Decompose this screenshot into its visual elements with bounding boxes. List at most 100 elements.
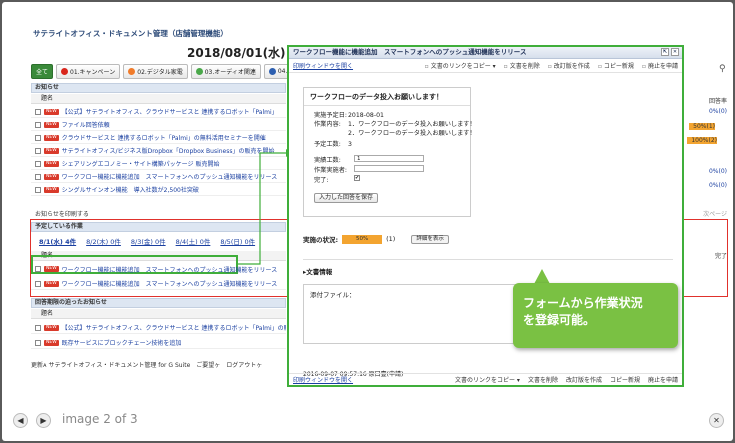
- news-row[interactable]: NEW ファイル回答依頼: [31, 119, 286, 131]
- worker-input[interactable]: [354, 165, 424, 172]
- done-label: 完了:: [314, 177, 329, 184]
- category-digital[interactable]: 02.デジタル家電: [123, 64, 188, 79]
- new-badge: NEW: [44, 147, 59, 154]
- task-row[interactable]: NEW ワークフロー機能に機能追加 スマートフォンへのプッシュ通知機能をリリース: [31, 278, 286, 290]
- form-heading: ワークフローのデータ投入お願いします！: [304, 88, 470, 106]
- prev-image-button[interactable]: ◀: [13, 413, 28, 428]
- print-news-link[interactable]: お知らせを印刷する: [35, 209, 89, 218]
- planned-date-row: 実施予定日:2018-08-01: [314, 110, 384, 119]
- row-checkbox[interactable]: [35, 160, 41, 167]
- create-revision-button[interactable]: 改訂版を作成: [566, 375, 602, 384]
- delete-document-button[interactable]: 文書を削除: [528, 375, 558, 384]
- task-link[interactable]: ワークフロー機能に機能追加 スマートフォンへのプッシュ通知機能をリリース: [62, 279, 278, 288]
- response-rate[interactable]: 50%(1): [689, 123, 715, 130]
- show-detail-button[interactable]: 詳細を表示: [411, 234, 449, 244]
- overdue-row[interactable]: NEW 既存サービスにブロックチェーン技術を追加: [31, 337, 286, 349]
- done-column-header: 完了: [714, 253, 727, 260]
- row-checkbox[interactable]: [35, 134, 41, 141]
- task-row: 作業内容: 1．ワークフローのデータ投入お願いします！: [314, 119, 476, 128]
- new-badge: NEW: [44, 160, 59, 167]
- overdue-link[interactable]: 既存サービスにブロックチェーン技術を追加: [62, 338, 182, 347]
- popout-icon[interactable]: ⇱: [661, 48, 669, 56]
- overdue-link[interactable]: 【公式】サテライトオフィス、クラウドサービスと 連携するロボット「Palmi」の…: [62, 323, 286, 332]
- row-checkbox[interactable]: [35, 108, 41, 115]
- callout-pointer: [534, 269, 550, 284]
- overdue-row[interactable]: NEW 【公式】サテライトオフィス、クラウドサービスと 連携するロボット「Palm…: [31, 322, 286, 334]
- news-link[interactable]: 【公式】サテライトオフィス、クラウドサービスと 連携するロボット「Palmi」: [62, 107, 278, 116]
- row-checkbox[interactable]: [35, 186, 41, 193]
- news-column-title: 題名: [31, 94, 286, 104]
- close-icon[interactable]: ✕: [671, 48, 679, 56]
- schedule-date-tabs: 8/1(水) 4件 8/2(木) 0件 8/3(金) 0件 8/4(土) 0件 …: [39, 236, 255, 246]
- copy-link-button[interactable]: 文書のリンクをコピー ▾: [455, 375, 520, 384]
- callout-line: を登録可能。: [523, 313, 596, 327]
- close-lightbox-button[interactable]: ✕: [709, 413, 724, 428]
- request-abolish-button[interactable]: 廃止を申請: [648, 375, 678, 384]
- news-link[interactable]: クラウドサービスと 連携するロボット「Palmi」の無料活用セミナーを開催: [62, 133, 266, 142]
- date-tab[interactable]: 8/2(木) 0件: [86, 236, 121, 246]
- category-label: 02.デジタル家電: [137, 69, 183, 76]
- app-title: サテライトオフィス・ドキュメント管理（店舗管理機能）: [33, 29, 228, 38]
- planned-date-value: 2018-08-01: [348, 112, 384, 119]
- category-dot-icon: [268, 68, 276, 75]
- actual-effort-input[interactable]: 1: [354, 155, 424, 162]
- response-rate[interactable]: 100%(2): [687, 137, 717, 144]
- response-rate[interactable]: 0%(0): [679, 182, 727, 189]
- request-abolish-button[interactable]: 廃止を申請: [642, 61, 678, 70]
- copy-new-button[interactable]: コピー新規: [610, 375, 640, 384]
- done-checkbox[interactable]: ✔: [354, 175, 360, 181]
- row-checkbox[interactable]: [35, 324, 41, 331]
- effort-row: 予定工数: 3: [314, 139, 352, 148]
- save-answer-button[interactable]: 入力した回答を保存: [314, 193, 379, 203]
- image-counter: image 2 of 3: [62, 412, 138, 426]
- modal-actions: 文書のリンクをコピー ▾ 文書を削除 改訂版を作成 コピー新規 廃止を申請: [425, 61, 678, 70]
- create-revision-button[interactable]: 改訂版を作成: [548, 61, 590, 70]
- date-tab[interactable]: 8/3(金) 0件: [131, 236, 166, 246]
- category-audio[interactable]: 03.オーディオ関連: [190, 64, 261, 79]
- row-checkbox[interactable]: [35, 173, 41, 180]
- modal-window-controls: ⇱ ✕: [661, 48, 679, 56]
- news-row[interactable]: NEW クラウドサービスと 連携するロボット「Palmi」の無料活用セミナーを開催: [31, 132, 286, 144]
- category-campaign[interactable]: 01.キャンペーン: [56, 64, 121, 79]
- date-tab[interactable]: 8/1(水) 4件: [39, 236, 76, 246]
- news-link[interactable]: シェアリングエコノミー・サイト構築パッケージ 販売開始: [62, 159, 220, 168]
- response-rate[interactable]: 0%(0): [679, 168, 727, 175]
- next-image-button[interactable]: ▶: [36, 413, 51, 428]
- category-all[interactable]: 全て: [31, 64, 54, 79]
- modal-toolbar: 印刷ウィンドウを開く 文書のリンクをコピー ▾ 文書を削除 改訂版を作成 コピー…: [289, 59, 682, 73]
- new-badge: NEW: [44, 280, 59, 287]
- copy-new-button[interactable]: コピー新規: [598, 61, 634, 70]
- feature-callout: フォームから作業状況 を登録可能。: [513, 283, 678, 348]
- lightbox: サテライトオフィス・ドキュメント管理（店舗管理機能） 2018/08/01(水)…: [2, 2, 733, 441]
- overdue-column-title: 題名: [31, 309, 286, 319]
- search-icon[interactable]: ⚲: [719, 64, 726, 74]
- date-tab[interactable]: 8/4(土) 0件: [176, 236, 211, 246]
- category-dot-icon: [195, 68, 203, 75]
- document-info-toggle[interactable]: ▸文書情報: [303, 266, 332, 276]
- row-checkbox[interactable]: [35, 147, 41, 154]
- delete-document-button[interactable]: 文書を削除: [504, 61, 540, 70]
- category-label: 01.キャンペーン: [70, 69, 116, 76]
- category-label: 04.: [277, 68, 288, 75]
- row-checkbox[interactable]: [35, 266, 41, 272]
- open-print-window-link[interactable]: 印刷ウィンドウを開く: [293, 61, 353, 70]
- category-dot-icon: [61, 68, 69, 75]
- response-rate[interactable]: 0%(0): [679, 108, 727, 115]
- news-link[interactable]: シングルサインオン機能 導入社数が2,500社突破: [62, 185, 199, 194]
- row-checkbox[interactable]: [35, 339, 41, 346]
- news-row[interactable]: NEW 【公式】サテライトオフィス、クラウドサービスと 連携するロボット「Palm…: [31, 106, 286, 118]
- next-page-link[interactable]: 次ページ: [679, 209, 727, 218]
- category-label: 03.オーディオ関連: [204, 69, 256, 76]
- modal-footer-toolbar: 印刷ウィンドウを開く 文書のリンクをコピー ▾ 文書を削除 改訂版を作成 コピー…: [289, 373, 682, 385]
- category-dot-icon: [128, 68, 136, 75]
- open-print-window-link[interactable]: 印刷ウィンドウを開く: [293, 375, 353, 384]
- task-line: 2．ワークフローのデータ投入お願いします！: [348, 130, 476, 137]
- copy-link-button[interactable]: 文書のリンクをコピー ▾: [425, 61, 496, 70]
- date-heading: 2018/08/01(水): [187, 46, 286, 60]
- status-progress-bar: 50%: [342, 234, 383, 244]
- row-checkbox[interactable]: [35, 121, 41, 128]
- new-badge: NEW: [44, 339, 59, 346]
- news-link[interactable]: ファイル回答依頼: [62, 120, 110, 129]
- worker-label: 作業実施者:: [314, 167, 348, 174]
- row-checkbox[interactable]: [35, 280, 41, 287]
